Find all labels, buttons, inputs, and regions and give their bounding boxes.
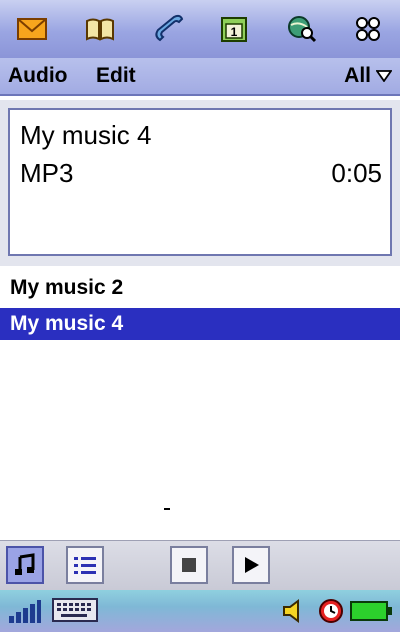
now-playing-panel: My music 4 MP3 0:05 — [8, 108, 392, 256]
app-launcher-bar: 1 — [0, 0, 400, 58]
svg-text:1: 1 — [231, 25, 238, 39]
track-title: My music 4 — [20, 120, 152, 150]
keyboard-icon[interactable] — [52, 598, 98, 622]
play-button[interactable] — [232, 546, 270, 584]
track-list: My music 2 My music 4 — [0, 270, 400, 540]
status-bar — [0, 590, 400, 632]
separator-mark — [164, 508, 170, 510]
list-view-button[interactable] — [66, 546, 104, 584]
signal-icon — [9, 600, 41, 623]
audio-menu[interactable]: Audio — [8, 64, 67, 88]
music-player-app: 1 Audio Edit All My music 4 MP3 0:05 My … — [0, 0, 400, 632]
list-icon — [74, 557, 96, 574]
music-note-icon — [15, 553, 35, 575]
track-time: 0:05 — [331, 158, 382, 188]
volume-icon[interactable] — [282, 598, 304, 624]
music-view-button[interactable] — [6, 546, 44, 584]
calendar-icon[interactable]: 1 — [214, 12, 254, 46]
track-format: MP3 — [20, 158, 74, 188]
battery-icon — [350, 601, 392, 621]
phone-icon[interactable] — [148, 12, 188, 46]
stop-button[interactable] — [170, 546, 208, 584]
list-item-selected[interactable]: My music 4 — [0, 308, 400, 340]
apps-grid-icon[interactable] — [348, 12, 388, 46]
mail-icon[interactable] — [12, 12, 52, 46]
clock-icon — [319, 599, 343, 623]
globe-search-icon[interactable] — [282, 12, 322, 46]
book-icon[interactable] — [80, 12, 120, 46]
play-icon — [245, 557, 259, 573]
filter-dropdown[interactable]: All — [344, 64, 392, 88]
playback-controls — [0, 540, 400, 590]
list-item[interactable]: My music 2 — [0, 272, 400, 304]
filter-label: All — [344, 64, 371, 87]
edit-menu[interactable]: Edit — [96, 64, 136, 88]
chevron-down-icon — [376, 70, 392, 82]
menu-bar: Audio Edit All — [0, 58, 400, 96]
stop-icon — [182, 558, 196, 572]
